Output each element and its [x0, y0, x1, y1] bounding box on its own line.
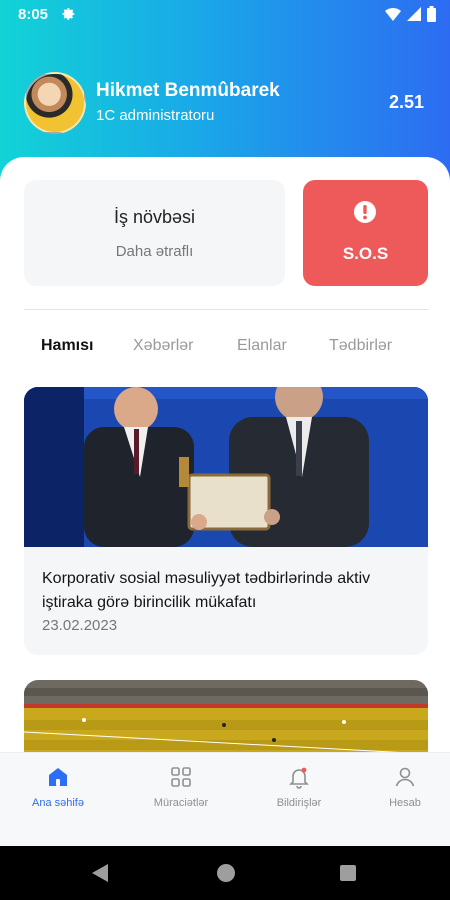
- nav-notifications-label: Bildirişlər: [276, 797, 322, 809]
- user-name: Hikmet Benmûbarek: [96, 80, 280, 101]
- nav-home-label: Ana səhifə: [32, 797, 84, 809]
- award-ceremony-photo: [24, 387, 428, 547]
- nav-account[interactable]: Hesab: [360, 765, 450, 809]
- tab-events[interactable]: Tədbirlər: [329, 337, 392, 355]
- news-title: Korporativ sosial məsuliyyət tədbirlərin…: [42, 570, 371, 611]
- system-nav-buttons: [92, 864, 356, 882]
- nav-account-label: Hesab: [389, 797, 421, 809]
- sos-button[interactable]: S.O.S: [303, 180, 428, 286]
- tab-all[interactable]: Hamısı: [41, 337, 93, 355]
- shift-card[interactable]: İş növbəsi Daha ətraflı: [24, 180, 285, 286]
- app-version: 2.51: [388, 92, 424, 112]
- status-time: 8:05: [18, 6, 49, 23]
- wifi-icon: [385, 8, 401, 21]
- user-role: 1C administratoru: [96, 107, 215, 124]
- divider: [24, 309, 428, 310]
- grid-icon: [171, 767, 191, 787]
- profile-header[interactable]: Hikmet Benmûbarek 1C administratoru 2.51: [24, 72, 424, 134]
- back-icon[interactable]: [92, 864, 108, 882]
- bell-icon: [289, 767, 309, 789]
- news-tabs: Hamısı Xəbərlər Elanlar Tədbirlər: [24, 337, 428, 361]
- news-date: 23.02.2023: [42, 617, 118, 634]
- signal-icon: [407, 7, 421, 21]
- nav-requests[interactable]: Müraciətlər: [136, 765, 226, 809]
- nav-notifications[interactable]: Bildirişlər: [254, 765, 344, 809]
- news-card[interactable]: Korporativ sosial məsuliyyət tədbirlərin…: [24, 387, 428, 655]
- sos-label: S.O.S: [342, 244, 389, 263]
- nav-requests-label: Müraciətlər: [153, 797, 209, 809]
- main-content: İş növbəsi Daha ətraflı S.O.S Hamısı Xəb…: [0, 157, 450, 757]
- news-image: [24, 387, 428, 547]
- bottom-navigation: Ana səhifə Müraciətlər Bildirişlər Hesab: [0, 752, 450, 846]
- system-navigation-bar: [0, 846, 450, 900]
- news-card[interactable]: [24, 680, 428, 757]
- tab-announcements[interactable]: Elanlar: [237, 337, 287, 355]
- user-icon: [395, 767, 415, 787]
- exclamation-circle-icon: [354, 201, 376, 223]
- status-bar: 8:05: [0, 0, 450, 30]
- shift-title: İş növbəsi: [113, 207, 196, 227]
- stadium-photo: [24, 680, 428, 757]
- tab-news[interactable]: Xəbərlər: [133, 337, 193, 355]
- recents-icon[interactable]: [340, 865, 356, 881]
- app-screen: 8:05 Hikmet Benmûbarek 1C administratoru…: [0, 0, 450, 900]
- shift-details-link: Daha ətraflı: [115, 243, 194, 260]
- nav-home[interactable]: Ana səhifə: [13, 765, 103, 809]
- home-icon: [49, 768, 67, 786]
- avatar[interactable]: [24, 72, 86, 134]
- battery-icon: [427, 6, 436, 22]
- home-circle-icon[interactable]: [217, 864, 235, 882]
- system-icons: [385, 6, 436, 22]
- settings-gear-icon: [62, 8, 75, 20]
